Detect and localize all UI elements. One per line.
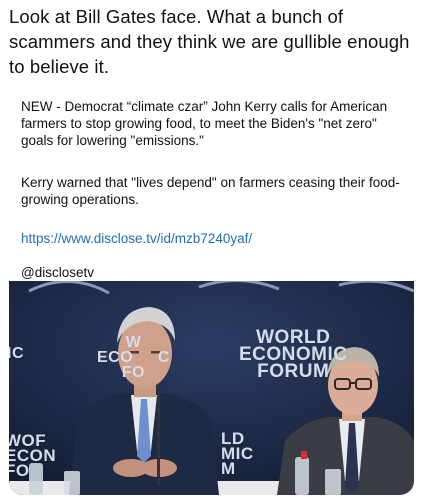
logo-line: FO: [9, 461, 30, 480]
photo-scene: [9, 281, 414, 495]
quoted-paragraph-1: NEW - Democrat “climate czar” John Kerry…: [21, 99, 388, 148]
quoted-post[interactable]: NEW - Democrat “climate czar” John Kerry…: [9, 88, 414, 495]
quoted-handle[interactable]: @disclosetv: [21, 264, 94, 281]
logo-line: W: [125, 334, 142, 351]
logo-line: FO: [121, 364, 146, 381]
logo-line: M: [221, 459, 236, 478]
quoted-photo[interactable]: WORLD ECONOMIC FORUM W ECO C FO IC WOF E…: [9, 281, 414, 495]
logo-line: FORUM: [257, 361, 330, 382]
backdrop-logo-center: W ECO C FO: [97, 334, 170, 381]
post-text: Look at Bill Gates face. What a bunch of…: [9, 6, 410, 77]
backdrop-logo-main: WORLD ECONOMIC FORUM: [239, 328, 348, 382]
logo-line: ECO C: [97, 349, 170, 366]
quoted-paragraph-2: Kerry warned that "lives depend" on farm…: [21, 175, 400, 207]
quoted-post-body: NEW - Democrat “climate czar” John Kerry…: [21, 98, 406, 280]
backdrop-logo-left: IC: [9, 345, 24, 362]
backdrop-logo-bottom-center: LD MIC M: [221, 430, 254, 478]
quoted-link[interactable]: https://www.disclose.tv/id/mzb7240yaf/: [21, 230, 252, 247]
backdrop-logo-bottom-left: WOF ECON FO: [9, 432, 56, 480]
